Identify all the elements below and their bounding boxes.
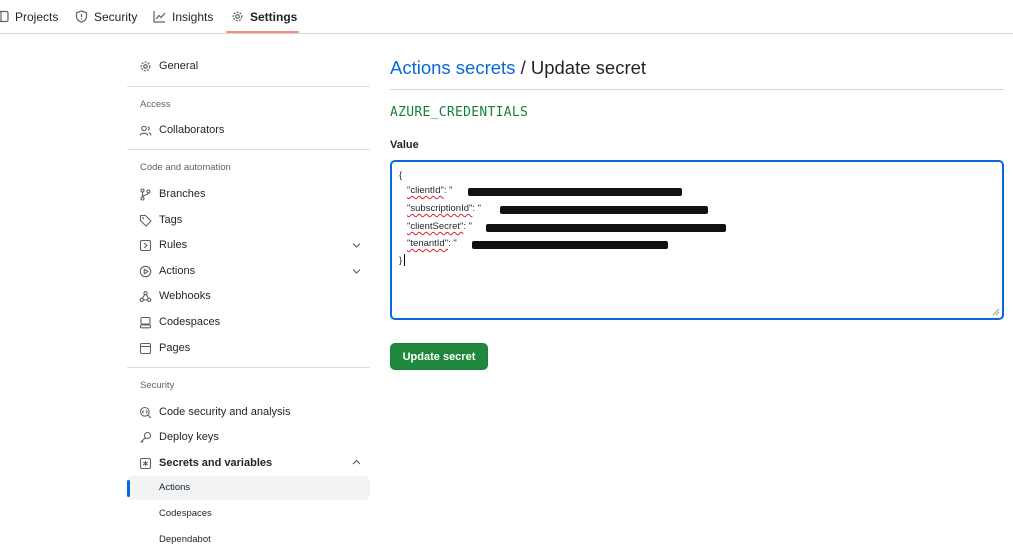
tab-projects[interactable]: Projects xyxy=(0,0,58,33)
chevron-down-icon[interactable] xyxy=(351,240,362,251)
sidebar-heading-access: Access xyxy=(140,99,171,110)
code-line-clientid: "clientId": " xyxy=(407,185,453,196)
sidebar-divider xyxy=(127,149,370,150)
redaction-bar xyxy=(486,224,726,232)
sidebar-item-secrets-variables[interactable]: Secrets and variables xyxy=(139,451,272,475)
sidebar-item-rules[interactable]: Rules xyxy=(139,233,187,257)
secret-value-textarea[interactable]: { "clientId": " "subscriptionId": " "cli… xyxy=(390,160,1004,320)
json-colon: : " xyxy=(448,238,457,249)
sidebar-item-label: Collaborators xyxy=(159,124,225,136)
tab-label: Projects xyxy=(15,9,59,24)
sidebar-item-label: Webhooks xyxy=(159,290,211,302)
sidebar-divider xyxy=(127,86,370,87)
json-colon: : " xyxy=(472,203,482,214)
sidebar-subitem-codespaces[interactable]: Codespaces xyxy=(159,508,212,519)
value-label: Value xyxy=(390,139,419,151)
sidebar-item-label: Branches xyxy=(159,188,206,200)
sidebar-item-collaborators[interactable]: Collaborators xyxy=(139,118,224,142)
sidebar-item-label: Tags xyxy=(159,214,183,226)
sidebar-item-label: General xyxy=(159,60,199,72)
code-line-clientsecret: "clientSecret": " xyxy=(407,221,472,232)
sidebar-item-deploy-keys[interactable]: Deploy keys xyxy=(139,425,219,449)
tag-icon xyxy=(139,214,152,227)
breadcrumb-link[interactable]: Actions secrets xyxy=(390,57,515,78)
redaction-bar xyxy=(500,206,708,214)
sidebar-item-label: Secrets and variables xyxy=(159,457,273,469)
sidebar-item-codespaces[interactable]: Codespaces xyxy=(139,310,220,334)
play-icon xyxy=(139,265,152,278)
codescan-icon xyxy=(139,406,152,419)
json-colon: : " xyxy=(463,221,473,232)
tab-security[interactable]: Security xyxy=(75,0,137,33)
gear-icon xyxy=(231,10,244,23)
codespaces-icon xyxy=(139,316,152,329)
active-item-indicator xyxy=(127,480,130,497)
text-caret xyxy=(404,254,405,266)
code-line-tenantid: "tenantId": " xyxy=(407,238,457,249)
json-key: "tenantId" xyxy=(407,238,449,249)
redaction-bar xyxy=(472,241,668,249)
page-title-text: Update secret xyxy=(530,57,647,78)
json-key: "subscriptionId" xyxy=(407,203,473,214)
redaction-bar xyxy=(468,188,682,196)
update-secret-button[interactable]: Update secret xyxy=(390,343,488,370)
secret-name: AZURE_CREDENTIALS xyxy=(390,105,529,120)
sidebar-item-pages[interactable]: Pages xyxy=(139,336,190,360)
sidebar-item-label: Actions xyxy=(159,265,196,277)
json-key: "clientSecret" xyxy=(407,221,464,232)
key-icon xyxy=(139,431,152,444)
sidebar-heading-code: Code and automation xyxy=(140,162,231,173)
sidebar-item-webhooks[interactable]: Webhooks xyxy=(139,284,211,308)
asterisk-icon xyxy=(139,457,152,470)
tab-label: Settings xyxy=(250,9,298,24)
sidebar-item-label: Rules xyxy=(159,239,188,251)
code-line-close: } xyxy=(399,255,403,266)
sidebar-subitem-actions[interactable]: Actions xyxy=(159,482,190,493)
title-divider xyxy=(390,89,1004,90)
code-line-subscriptionid: "subscriptionId": " xyxy=(407,203,481,214)
people-icon xyxy=(139,124,152,137)
sidebar-subitem-dependabot[interactable]: Dependabot xyxy=(159,534,211,545)
sidebar-divider xyxy=(127,367,370,368)
json-key: "clientId" xyxy=(407,185,444,196)
sidebar-item-tags[interactable]: Tags xyxy=(139,208,182,232)
code-line-open: { xyxy=(399,170,403,181)
tab-insights[interactable]: Insights xyxy=(153,0,213,33)
repo-nav: Projects Security Insights Settings xyxy=(0,0,1013,34)
shield-icon xyxy=(75,10,88,23)
tab-label: Security xyxy=(94,9,138,24)
resize-handle-icon[interactable] xyxy=(992,308,1000,316)
tab-settings[interactable]: Settings xyxy=(231,0,297,33)
sidebar-item-label: Codespaces xyxy=(159,316,221,328)
active-tab-underline xyxy=(226,31,299,33)
sidebar-item-label: Code security and analysis xyxy=(159,406,291,418)
sidebar-item-label: Deploy keys xyxy=(159,431,219,443)
chevron-up-icon[interactable] xyxy=(351,457,362,468)
sidebar-item-code-security[interactable]: Code security and analysis xyxy=(139,400,290,424)
chevron-down-icon[interactable] xyxy=(351,266,362,277)
sidebar-item-general[interactable]: General xyxy=(139,54,198,78)
tab-label: Insights xyxy=(172,9,214,24)
json-colon: : " xyxy=(443,185,453,196)
gear-icon xyxy=(139,60,152,73)
browser-icon xyxy=(139,342,152,355)
graph-icon xyxy=(153,10,166,23)
table-icon xyxy=(0,10,9,23)
breadcrumb-separator: / xyxy=(515,57,531,78)
page-title: Actions secrets / Update secret xyxy=(390,57,646,79)
sidebar-item-branches[interactable]: Branches xyxy=(139,182,205,206)
sidebar-item-label: Pages xyxy=(159,342,191,354)
rules-icon xyxy=(139,239,152,252)
sidebar-item-actions[interactable]: Actions xyxy=(139,259,195,283)
sidebar-heading-security: Security xyxy=(140,380,175,391)
branch-icon xyxy=(139,187,152,201)
webhook-icon xyxy=(139,290,152,303)
